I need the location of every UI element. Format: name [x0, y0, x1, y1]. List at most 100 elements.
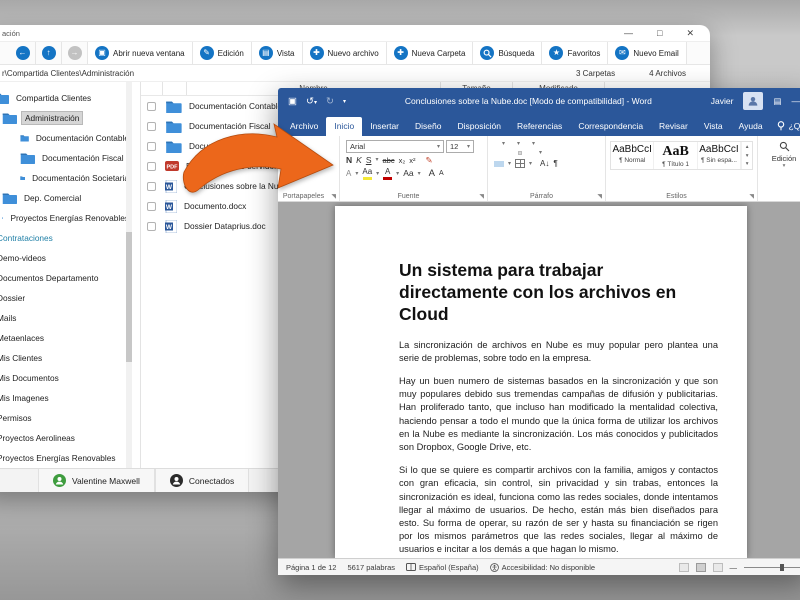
tab-disposicion[interactable]: Disposición [449, 117, 508, 136]
minimize-icon[interactable]: — [624, 28, 633, 38]
word-count[interactable]: 5617 palabras [347, 563, 395, 572]
back-button[interactable]: ← [10, 42, 36, 64]
tree-item[interactable]: Proyectos Energías Renovables [0, 208, 132, 228]
decrease-indent-button[interactable] [544, 142, 548, 146]
tree-item[interactable]: Documentación Contable [0, 128, 132, 148]
read-mode-button[interactable] [678, 562, 689, 572]
style-normal[interactable]: AaBbCcI ¶ Normal [611, 142, 655, 170]
redo-icon[interactable]: ↻ [326, 96, 334, 107]
tree-item[interactable]: Mis Imagenes [0, 388, 132, 408]
align-center-button[interactable] [502, 151, 506, 155]
bold-button[interactable]: N [346, 156, 352, 165]
styles-gallery-scroll[interactable]: ▴ ▾ ▾ [741, 142, 752, 170]
view-button[interactable]: ▤ Vista [251, 42, 303, 64]
ribbon-display-options-icon[interactable]: ▤ [773, 96, 781, 107]
tree-item-selected[interactable]: Administración [0, 108, 132, 128]
font-name-select[interactable]: Arial ▾ [346, 140, 444, 153]
change-case-button[interactable]: Aa [403, 169, 413, 178]
tree-item[interactable]: Compartida Clientes [0, 88, 132, 108]
tab-ayuda[interactable]: Ayuda [731, 117, 771, 136]
forward-button[interactable]: → [62, 42, 88, 64]
grow-font-button[interactable]: A [429, 169, 435, 179]
row-checkbox[interactable] [147, 101, 156, 111]
zoom-slider[interactable] [744, 563, 800, 571]
tree-scrollbar[interactable] [126, 82, 132, 468]
highlight-color-button[interactable]: Aa [362, 167, 372, 180]
shrink-font-button[interactable]: A [439, 170, 444, 177]
tree-item[interactable]: Proyectos Energías Renovables [0, 448, 132, 468]
print-layout-button[interactable] [695, 562, 706, 572]
account-avatar[interactable] [743, 92, 764, 110]
styles-dialog-launcher[interactable]: ◥ [749, 193, 754, 200]
tree-item[interactable]: Dossier [0, 288, 132, 308]
style-titulo1[interactable]: AaB ¶ Título 1 [654, 142, 698, 170]
accessibility-status[interactable]: Accesibilidad: No disponible [489, 563, 595, 572]
tree-item[interactable]: Documentos Departamento [0, 268, 132, 288]
up-button[interactable]: ↑ [36, 42, 62, 64]
tree-item[interactable]: Mails [0, 308, 132, 328]
document-page[interactable]: Un sistema para trabajar directamente co… [335, 206, 747, 558]
multilevel-list-button[interactable] [524, 142, 528, 146]
connected-users-button[interactable]: Conectados [154, 469, 250, 492]
tree-item[interactable]: Mis Documentos [0, 368, 132, 388]
open-new-window-button[interactable]: ▣ Abrir nueva ventana [88, 42, 193, 64]
account-name[interactable]: Javier [711, 96, 734, 106]
tree-item[interactable]: Mis Clientes [0, 348, 132, 368]
save-icon[interactable]: ▣ [288, 96, 297, 107]
superscript-button[interactable]: x² [409, 156, 415, 165]
tab-diseno[interactable]: Diseño [407, 117, 449, 136]
edit-button[interactable]: ✎ Edición [192, 42, 252, 64]
search-button[interactable]: Búsqueda [473, 42, 543, 64]
word-minimize-icon[interactable]: — [792, 96, 800, 106]
row-checkbox[interactable] [147, 201, 156, 211]
bullets-button[interactable] [494, 142, 498, 146]
sort-button[interactable]: A↓ [540, 159, 549, 168]
font-size-select[interactable]: 12 ▾ [446, 140, 474, 153]
tab-correspondencia[interactable]: Correspondencia [570, 117, 651, 136]
tree-item[interactable]: Documentación Fiscal [0, 148, 132, 168]
tree-scrollbar-thumb[interactable] [126, 232, 132, 362]
tree-item[interactable]: Proyectos Aerolineas [0, 428, 132, 448]
tree-item[interactable]: Metaenlaces [0, 328, 132, 348]
zoom-slider-handle[interactable] [779, 563, 784, 571]
show-marks-button[interactable]: ¶ [553, 159, 558, 168]
tree-item[interactable]: Documentación Societaria [0, 168, 132, 188]
user-button[interactable]: Valentine Maxwell [38, 469, 155, 492]
style-sin-espaciado[interactable]: AaBbCcI ¶ Sin espa... [698, 142, 742, 170]
format-painter-icon[interactable]: ✎ [426, 156, 433, 165]
font-dialog-launcher[interactable]: ◥ [479, 193, 484, 200]
font-color-button[interactable]: A [383, 167, 393, 180]
proofing-status[interactable]: Español (España) [406, 562, 479, 572]
close-icon[interactable]: ✕ [686, 28, 694, 39]
favorites-button[interactable]: ★ Favoritos [542, 42, 609, 64]
borders-button[interactable] [515, 159, 526, 168]
tab-referencias[interactable]: Referencias [509, 117, 570, 136]
tree-item[interactable]: Permisos [0, 408, 132, 428]
tree-item[interactable]: Dep. Comercial [0, 188, 132, 208]
align-right-button[interactable] [510, 151, 514, 155]
new-email-button[interactable]: ✉ Nuevo Email [608, 42, 687, 64]
tell-me-search[interactable]: ¿Qué dese [771, 117, 800, 136]
paragraph-dialog-launcher[interactable]: ◥ [597, 193, 602, 200]
row-checkbox[interactable] [147, 221, 156, 231]
tab-revisar[interactable]: Revisar [651, 117, 696, 136]
line-spacing-button[interactable] [531, 151, 535, 155]
new-file-button[interactable]: ✚ Nuevo archivo [302, 42, 387, 64]
subscript-button[interactable]: x₂ [399, 156, 406, 165]
tab-insertar[interactable]: Insertar [362, 117, 407, 136]
numbering-button[interactable] [509, 142, 513, 146]
zoom-out-icon[interactable]: — [730, 563, 738, 572]
row-checkbox[interactable] [147, 121, 156, 131]
maximize-icon[interactable]: □ [657, 28, 662, 38]
undo-icon[interactable]: ↺▾ [306, 96, 317, 107]
web-layout-button[interactable] [712, 562, 723, 572]
row-checkbox[interactable] [147, 141, 156, 151]
new-folder-button[interactable]: ✚ Nueva Carpeta [386, 42, 474, 64]
strikethrough-button[interactable]: abc [383, 156, 395, 165]
tree-item[interactable]: Demo-videos [0, 248, 132, 268]
row-checkbox[interactable] [147, 161, 156, 171]
align-left-button[interactable] [494, 151, 498, 155]
editing-button[interactable]: Edición ▾ [766, 141, 800, 169]
underline-button[interactable]: S [366, 156, 372, 165]
increase-indent-button[interactable] [552, 142, 556, 146]
